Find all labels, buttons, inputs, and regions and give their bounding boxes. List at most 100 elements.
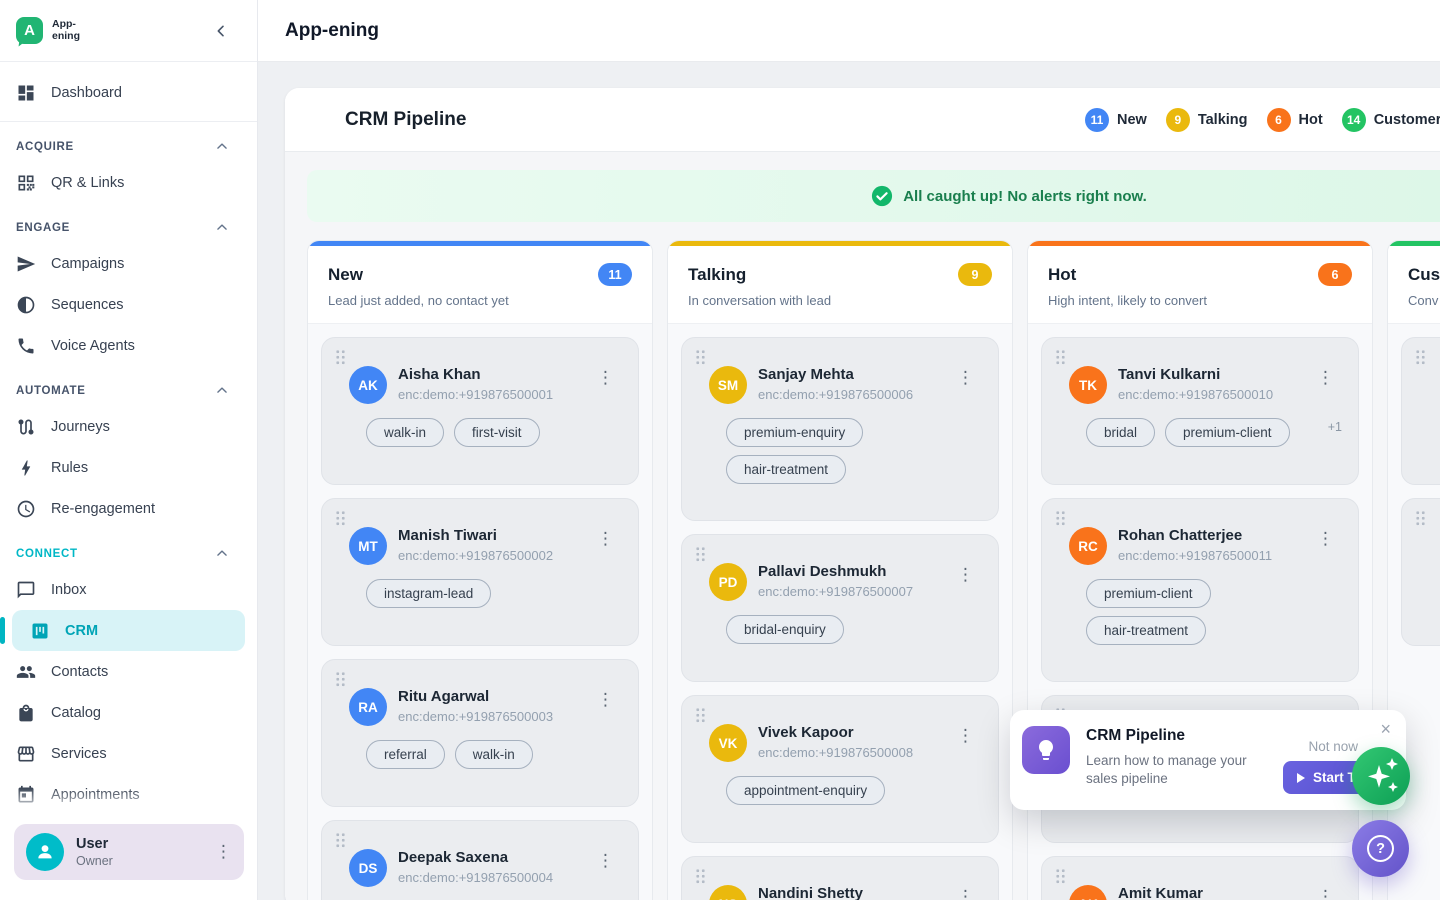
sidebar-sections: ACQUIREQR & LinksENGAGECampaignsSequence… xyxy=(0,132,257,815)
drag-handle-icon[interactable] xyxy=(695,707,706,723)
sidebar-item-label: Journeys xyxy=(51,419,110,435)
logo-row: A App- ening xyxy=(0,0,257,62)
column-count-badge: 11 xyxy=(598,263,632,286)
ai-sparkle-fab[interactable] xyxy=(1352,747,1410,805)
lead-card[interactable]: AKAmit Kumar⋮ xyxy=(1041,856,1359,900)
chevron-up-icon[interactable] xyxy=(215,221,229,235)
tag-pill: first-visit xyxy=(454,418,540,447)
card-menu-kebab-icon[interactable]: ⋮ xyxy=(597,370,614,387)
column-card-list xyxy=(1388,324,1440,659)
drag-handle-icon[interactable] xyxy=(335,510,346,526)
drag-handle-icon[interactable] xyxy=(1415,349,1426,365)
lead-info: Pallavi Deshmukhenc:demo:+919876500007 xyxy=(758,563,946,599)
column-subtitle: In conversation with lead xyxy=(688,293,992,308)
sidebar-item-re-engagement[interactable]: Re-engagement xyxy=(0,488,257,529)
sidebar-item-services[interactable]: Services xyxy=(0,733,257,774)
lead-phone: enc:demo:+919876500011 xyxy=(1118,548,1306,563)
help-fab[interactable]: ? xyxy=(1352,820,1409,877)
sidebar-item-sequences[interactable]: Sequences xyxy=(0,284,257,325)
column-card-list: AKAisha Khanenc:demo:+919876500001⋮walk-… xyxy=(308,324,652,900)
sidebar-item-contacts[interactable]: Contacts xyxy=(0,651,257,692)
card-menu-kebab-icon[interactable]: ⋮ xyxy=(597,853,614,870)
drag-handle-icon[interactable] xyxy=(695,546,706,562)
sidebar-item-crm[interactable]: CRM xyxy=(12,610,245,651)
sidebar-item-voice-agents[interactable]: Voice Agents xyxy=(0,325,257,366)
user-info: User Owner xyxy=(76,836,113,868)
brand-logo-text: App- ening xyxy=(52,19,80,42)
drag-handle-icon[interactable] xyxy=(1415,510,1426,526)
sidebar-section-connect: CONNECT xyxy=(0,539,257,569)
sidebar-item-qr-links[interactable]: QR & Links xyxy=(0,162,257,203)
user-role: Owner xyxy=(76,854,113,868)
stage-label: Hot xyxy=(1299,112,1323,128)
card-menu-kebab-icon[interactable]: ⋮ xyxy=(957,567,974,584)
card-menu-kebab-icon[interactable]: ⋮ xyxy=(1317,370,1334,387)
drag-handle-icon[interactable] xyxy=(695,349,706,365)
column-header: Hot6High intent, likely to convert xyxy=(1028,246,1372,324)
lead-tags: premium-enquiryhair-treatment xyxy=(726,418,982,484)
sidebar-item-label: Rules xyxy=(51,460,88,476)
drag-handle-icon[interactable] xyxy=(335,349,346,365)
lead-card[interactable]: RCRohan Chatterjeeenc:demo:+919876500011… xyxy=(1041,498,1359,682)
sidebar-item-campaigns[interactable]: Campaigns xyxy=(0,243,257,284)
sidebar-item-journeys[interactable]: Journeys xyxy=(0,406,257,447)
pipeline-title: CRM Pipeline xyxy=(345,109,466,131)
sidebar-item-rules[interactable]: Rules xyxy=(0,447,257,488)
lead-avatar: RA xyxy=(349,688,387,726)
chat-icon xyxy=(16,580,36,600)
not-now-button[interactable]: Not now xyxy=(1308,739,1358,754)
card-menu-kebab-icon[interactable]: ⋮ xyxy=(957,370,974,387)
user-profile-card[interactable]: User Owner ⋮ xyxy=(14,824,244,880)
tag-pill: premium-client xyxy=(1165,418,1290,447)
sidebar-item-inbox[interactable]: Inbox xyxy=(0,569,257,610)
lead-avatar: VK xyxy=(709,724,747,762)
sidebar-item-dashboard[interactable]: Dashboard xyxy=(0,74,257,112)
column-title: Hot xyxy=(1048,265,1076,285)
drag-handle-icon[interactable] xyxy=(335,671,346,687)
more-tags-indicator: +1 xyxy=(1328,418,1342,434)
chevron-up-icon[interactable] xyxy=(215,140,229,154)
tag-pill: appointment-enquiry xyxy=(726,776,885,805)
drag-handle-icon[interactable] xyxy=(695,868,706,884)
lead-name: Nandini Shetty xyxy=(758,885,946,900)
lead-card[interactable]: PDPallavi Deshmukhenc:demo:+919876500007… xyxy=(681,534,999,682)
sidebar-item-appointments[interactable]: Appointments xyxy=(0,774,257,815)
topbar: App-ening xyxy=(258,0,1440,62)
drag-handle-icon[interactable] xyxy=(1055,510,1066,526)
lead-card[interactable] xyxy=(1401,337,1440,485)
lead-card[interactable]: SMSanjay Mehtaenc:demo:+919876500006⋮pre… xyxy=(681,337,999,521)
card-menu-kebab-icon[interactable]: ⋮ xyxy=(1317,889,1334,900)
user-menu-kebab-icon[interactable]: ⋮ xyxy=(215,844,232,861)
lead-card[interactable]: MTManish Tiwarienc:demo:+919876500002⋮in… xyxy=(321,498,639,646)
drag-handle-icon[interactable] xyxy=(1055,868,1066,884)
sidebar-section-acquire: ACQUIRE xyxy=(0,132,257,162)
lead-card[interactable]: VK Vivek Kapoorenc:demo:+919876500008 ⋮ app… xyxy=(681,695,999,843)
toast-title: CRM Pipeline xyxy=(1086,727,1185,745)
column-count-badge: 9 xyxy=(958,263,992,286)
chevron-up-icon[interactable] xyxy=(215,384,229,398)
card-menu-kebab-icon[interactable]: ⋮ xyxy=(597,692,614,709)
lead-card[interactable]: DSDeepak Saxenaenc:demo:+919876500004⋮ xyxy=(321,820,639,900)
lead-card[interactable]: NSNandini Shetty⋮ xyxy=(681,856,999,900)
legend-item-hot: 6Hot xyxy=(1267,108,1323,132)
section-label: ACQUIRE xyxy=(16,141,74,153)
card-menu-kebab-icon[interactable]: ⋮ xyxy=(957,889,974,900)
close-icon[interactable]: × xyxy=(1380,720,1391,738)
lead-card[interactable]: RARitu Agarwalenc:demo:+919876500003⋮ref… xyxy=(321,659,639,807)
lead-info: Vivek Kapoorenc:demo:+919876500008 xyxy=(758,724,946,760)
card-menu-kebab-icon[interactable]: ⋮ xyxy=(597,531,614,548)
drag-handle-icon[interactable] xyxy=(335,832,346,848)
card-menu-kebab-icon[interactable]: ⋮ xyxy=(1317,531,1334,548)
sidebar-item-label: Inbox xyxy=(51,582,86,598)
lead-info: Deepak Saxenaenc:demo:+919876500004 xyxy=(398,849,586,885)
calendar-icon xyxy=(16,785,36,805)
lead-card[interactable]: AKAisha Khanenc:demo:+919876500001⋮walk-… xyxy=(321,337,639,485)
chevron-up-icon[interactable] xyxy=(215,547,229,561)
sidebar-collapse-button[interactable] xyxy=(213,23,229,39)
lead-phone: enc:demo:+919876500002 xyxy=(398,548,586,563)
lead-card[interactable] xyxy=(1401,498,1440,646)
lead-card[interactable]: TKTanvi Kulkarnienc:demo:+919876500010⋮b… xyxy=(1041,337,1359,485)
card-menu-kebab-icon[interactable]: ⋮ xyxy=(957,728,974,745)
drag-handle-icon[interactable] xyxy=(1055,349,1066,365)
sidebar-item-catalog[interactable]: Catalog xyxy=(0,692,257,733)
